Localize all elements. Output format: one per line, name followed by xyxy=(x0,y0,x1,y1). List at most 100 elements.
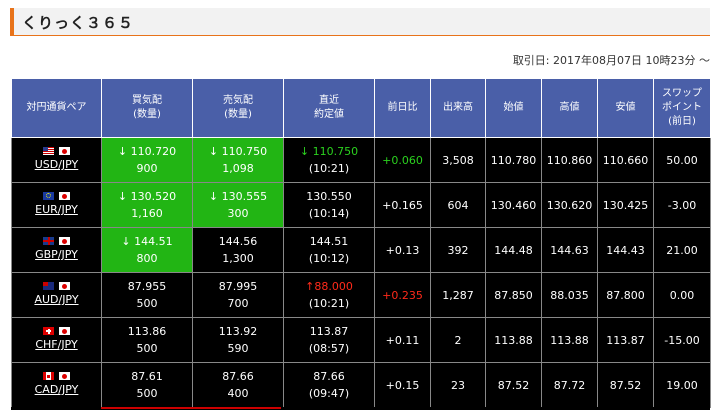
volume-cell: 1,287 xyxy=(430,272,486,318)
swap-cell: 19.00 xyxy=(653,362,711,408)
low-cell: 144.43 xyxy=(597,227,654,273)
high-cell: 88.035 xyxy=(541,272,598,318)
ch-flag-icon xyxy=(43,327,54,335)
pair-cell: GBP/JPY xyxy=(11,227,102,273)
pair-cell: USD/JPY xyxy=(11,137,102,183)
ask-cell[interactable]: 87.995 700 xyxy=(192,272,284,318)
high-cell: 110.860 xyxy=(541,137,598,183)
high-cell: 87.72 xyxy=(541,362,598,408)
change-cell: +0.11 xyxy=(374,317,431,363)
change-cell: +0.165 xyxy=(374,182,431,228)
last-cell: ↓ 110.750 (10:21) xyxy=(283,137,375,183)
gb-flag-icon xyxy=(43,237,54,245)
up-arrow-icon: ↑ xyxy=(305,280,315,293)
header-volume: 出来高 xyxy=(430,78,486,138)
down-arrow-icon: ↓ xyxy=(117,190,128,203)
jp-flag-icon xyxy=(59,192,70,200)
eu-flag-icon xyxy=(43,192,54,200)
down-arrow-icon: ↓ xyxy=(208,190,219,203)
pair-link-gbp-jpy[interactable]: GBP/JPY xyxy=(35,248,78,261)
volume-cell: 604 xyxy=(430,182,486,228)
high-cell: 144.63 xyxy=(541,227,598,273)
next-row-highlight-edge xyxy=(101,407,281,409)
low-cell: 87.52 xyxy=(597,362,654,408)
jp-flag-icon xyxy=(59,237,70,245)
au-flag-icon xyxy=(43,282,54,290)
down-arrow-icon: ↓ xyxy=(299,145,310,158)
down-arrow-icon: ↓ xyxy=(117,145,128,158)
jp-flag-icon xyxy=(59,327,70,335)
low-cell: 113.87 xyxy=(597,317,654,363)
open-cell: 113.88 xyxy=(485,317,542,363)
low-cell: 87.800 xyxy=(597,272,654,318)
change-cell: +0.235 xyxy=(374,272,431,318)
swap-cell: 21.00 xyxy=(653,227,711,273)
open-cell: 87.52 xyxy=(485,362,542,408)
last-cell: 113.87 (08:57) xyxy=(283,317,375,363)
pair-link-aud-jpy[interactable]: AUD/JPY xyxy=(34,293,78,306)
change-cell: +0.15 xyxy=(374,362,431,408)
volume-cell: 2 xyxy=(430,317,486,363)
ask-cell[interactable]: 144.56 1,300 xyxy=(192,227,284,273)
table-row: USD/JPY ↓ 110.720 900 ↓ 110.750 1,098 ↓ 11… xyxy=(11,137,711,183)
header-low: 安値 xyxy=(597,78,654,138)
swap-cell: 50.00 xyxy=(653,137,711,183)
pair-cell: EUR/JPY xyxy=(11,182,102,228)
swap-cell: -3.00 xyxy=(653,182,711,228)
ask-cell[interactable]: ↓ 130.555 300 xyxy=(192,182,284,228)
volume-cell: 3,508 xyxy=(430,137,486,183)
last-cell: 130.550 (10:14) xyxy=(283,182,375,228)
header-swap: スワップ ポイント (前日) xyxy=(653,78,711,138)
bid-cell[interactable]: 87.61 500 xyxy=(101,362,193,408)
header-bid: 買気配 (数量) xyxy=(101,78,193,138)
ask-cell[interactable]: ↓ 110.750 1,098 xyxy=(192,137,284,183)
jp-flag-icon xyxy=(59,282,70,290)
bid-cell[interactable]: ↓ 130.520 1,160 xyxy=(101,182,193,228)
jp-flag-icon xyxy=(59,372,70,380)
table-row: GBP/JPY ↓ 144.51 800 144.56 1,300 144.51 (1… xyxy=(11,227,711,273)
high-cell: 130.620 xyxy=(541,182,598,228)
jp-flag-icon xyxy=(59,147,70,155)
last-cell: ↑88.000 (10:21) xyxy=(283,272,375,318)
open-cell: 130.460 xyxy=(485,182,542,228)
rates-table: 対円通貨ペア 買気配 (数量) 売気配 (数量) 直近 約定値 前日比 出来高 始値 … xyxy=(11,78,711,408)
down-arrow-icon: ↓ xyxy=(121,235,131,248)
pair-cell: AUD/JPY xyxy=(11,272,102,318)
down-arrow-icon: ↓ xyxy=(208,145,219,158)
change-cell: +0.060 xyxy=(374,137,431,183)
pair-link-chf-jpy[interactable]: CHF/JPY xyxy=(35,338,77,351)
bid-cell[interactable]: ↓ 110.720 900 xyxy=(101,137,193,183)
pair-cell: CHF/JPY xyxy=(11,317,102,363)
last-cell: 87.66 (09:47) xyxy=(283,362,375,408)
volume-cell: 392 xyxy=(430,227,486,273)
table-row: CAD/JPY 87.61 500 87.66 400 87.66 (09:47) +… xyxy=(11,362,711,408)
bid-cell[interactable]: 87.955 500 xyxy=(101,272,193,318)
header-change: 前日比 xyxy=(374,78,431,138)
pair-link-eur-jpy[interactable]: EUR/JPY xyxy=(35,203,78,216)
ask-cell[interactable]: 87.66 400 xyxy=(192,362,284,408)
change-cell: +0.13 xyxy=(374,227,431,273)
trading-date: 取引日: 2017年08月07日 10時23分 〜 xyxy=(512,54,710,67)
ca-flag-icon xyxy=(43,372,54,380)
last-cell: 144.51 (10:12) xyxy=(283,227,375,273)
low-cell: 130.425 xyxy=(597,182,654,228)
ask-cell[interactable]: 113.92 590 xyxy=(192,317,284,363)
page-title-bar: くりっく３６５ xyxy=(10,8,710,36)
bid-cell[interactable]: 113.86 500 xyxy=(101,317,193,363)
swap-cell: 0.00 xyxy=(653,272,711,318)
us-flag-icon xyxy=(43,147,54,155)
page-title: くりっく３６５ xyxy=(22,14,135,32)
table-row: EUR/JPY ↓ 130.520 1,160 ↓ 130.555 300 130.… xyxy=(11,182,711,228)
open-cell: 110.780 xyxy=(485,137,542,183)
open-cell: 144.48 xyxy=(485,227,542,273)
pair-link-cad-jpy[interactable]: CAD/JPY xyxy=(35,383,79,396)
header-high: 高値 xyxy=(541,78,598,138)
bid-cell[interactable]: ↓ 144.51 800 xyxy=(101,227,193,273)
table-row: AUD/JPY 87.955 500 87.995 700 ↑88.000 (10:2… xyxy=(11,272,711,318)
high-cell: 113.88 xyxy=(541,317,598,363)
pair-link-usd-jpy[interactable]: USD/JPY xyxy=(35,158,79,171)
swap-cell: -15.00 xyxy=(653,317,711,363)
open-cell: 87.850 xyxy=(485,272,542,318)
header-ask: 売気配 (数量) xyxy=(192,78,284,138)
pair-cell: CAD/JPY xyxy=(11,362,102,408)
